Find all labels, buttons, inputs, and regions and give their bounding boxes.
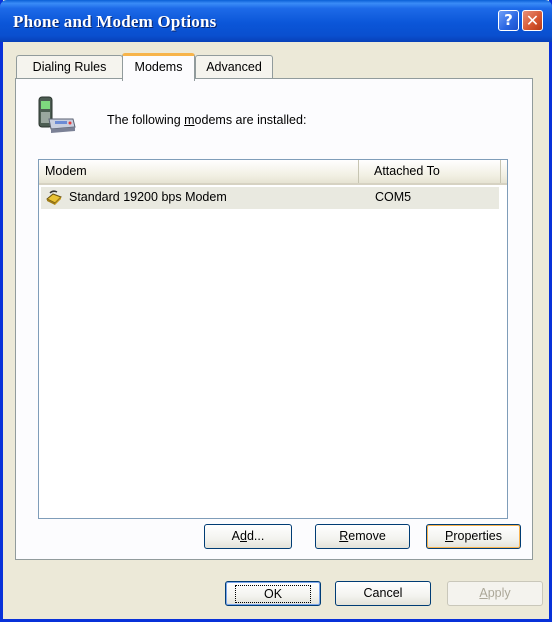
tab-advanced[interactable]: Advanced [195,55,273,78]
remove-button[interactable]: Remove [315,524,410,549]
tab-dialing-rules[interactable]: Dialing Rules [16,55,123,78]
list-item[interactable]: Standard 19200 bps Modem COM5 [41,187,499,209]
add-button[interactable]: Add... [204,524,292,549]
tab-modems[interactable]: Modems [122,53,195,81]
properties-button[interactable]: Properties [426,524,521,549]
list-header: Modem Attached To [39,160,507,185]
close-icon: ✕ [525,11,540,30]
modem-port: COM5 [375,190,412,204]
window-title: Phone and Modem Options [13,12,217,31]
help-button[interactable]: ? [498,10,519,31]
close-button[interactable]: ✕ [522,10,543,31]
modem-device-icon [46,190,62,205]
apply-button[interactable]: Apply [447,581,543,606]
help-icon: ? [504,11,513,29]
ok-button[interactable]: OK [225,581,321,606]
column-header-attached-to[interactable]: Attached To [359,160,501,183]
cancel-button[interactable]: Cancel [335,581,431,606]
modem-list[interactable]: Modem Attached To Standard 19200 bps Mod… [38,159,508,519]
title-bar[interactable]: Phone and Modem Options ? ✕ [0,0,552,42]
intro-text: The following modems are installed: [107,113,307,127]
modems-tab-panel: The following modems are installed: Mode… [15,78,533,560]
modem-name: Standard 19200 bps Modem [69,190,227,204]
column-header-modem[interactable]: Modem [39,160,359,183]
modem-phone-icon [38,96,76,133]
